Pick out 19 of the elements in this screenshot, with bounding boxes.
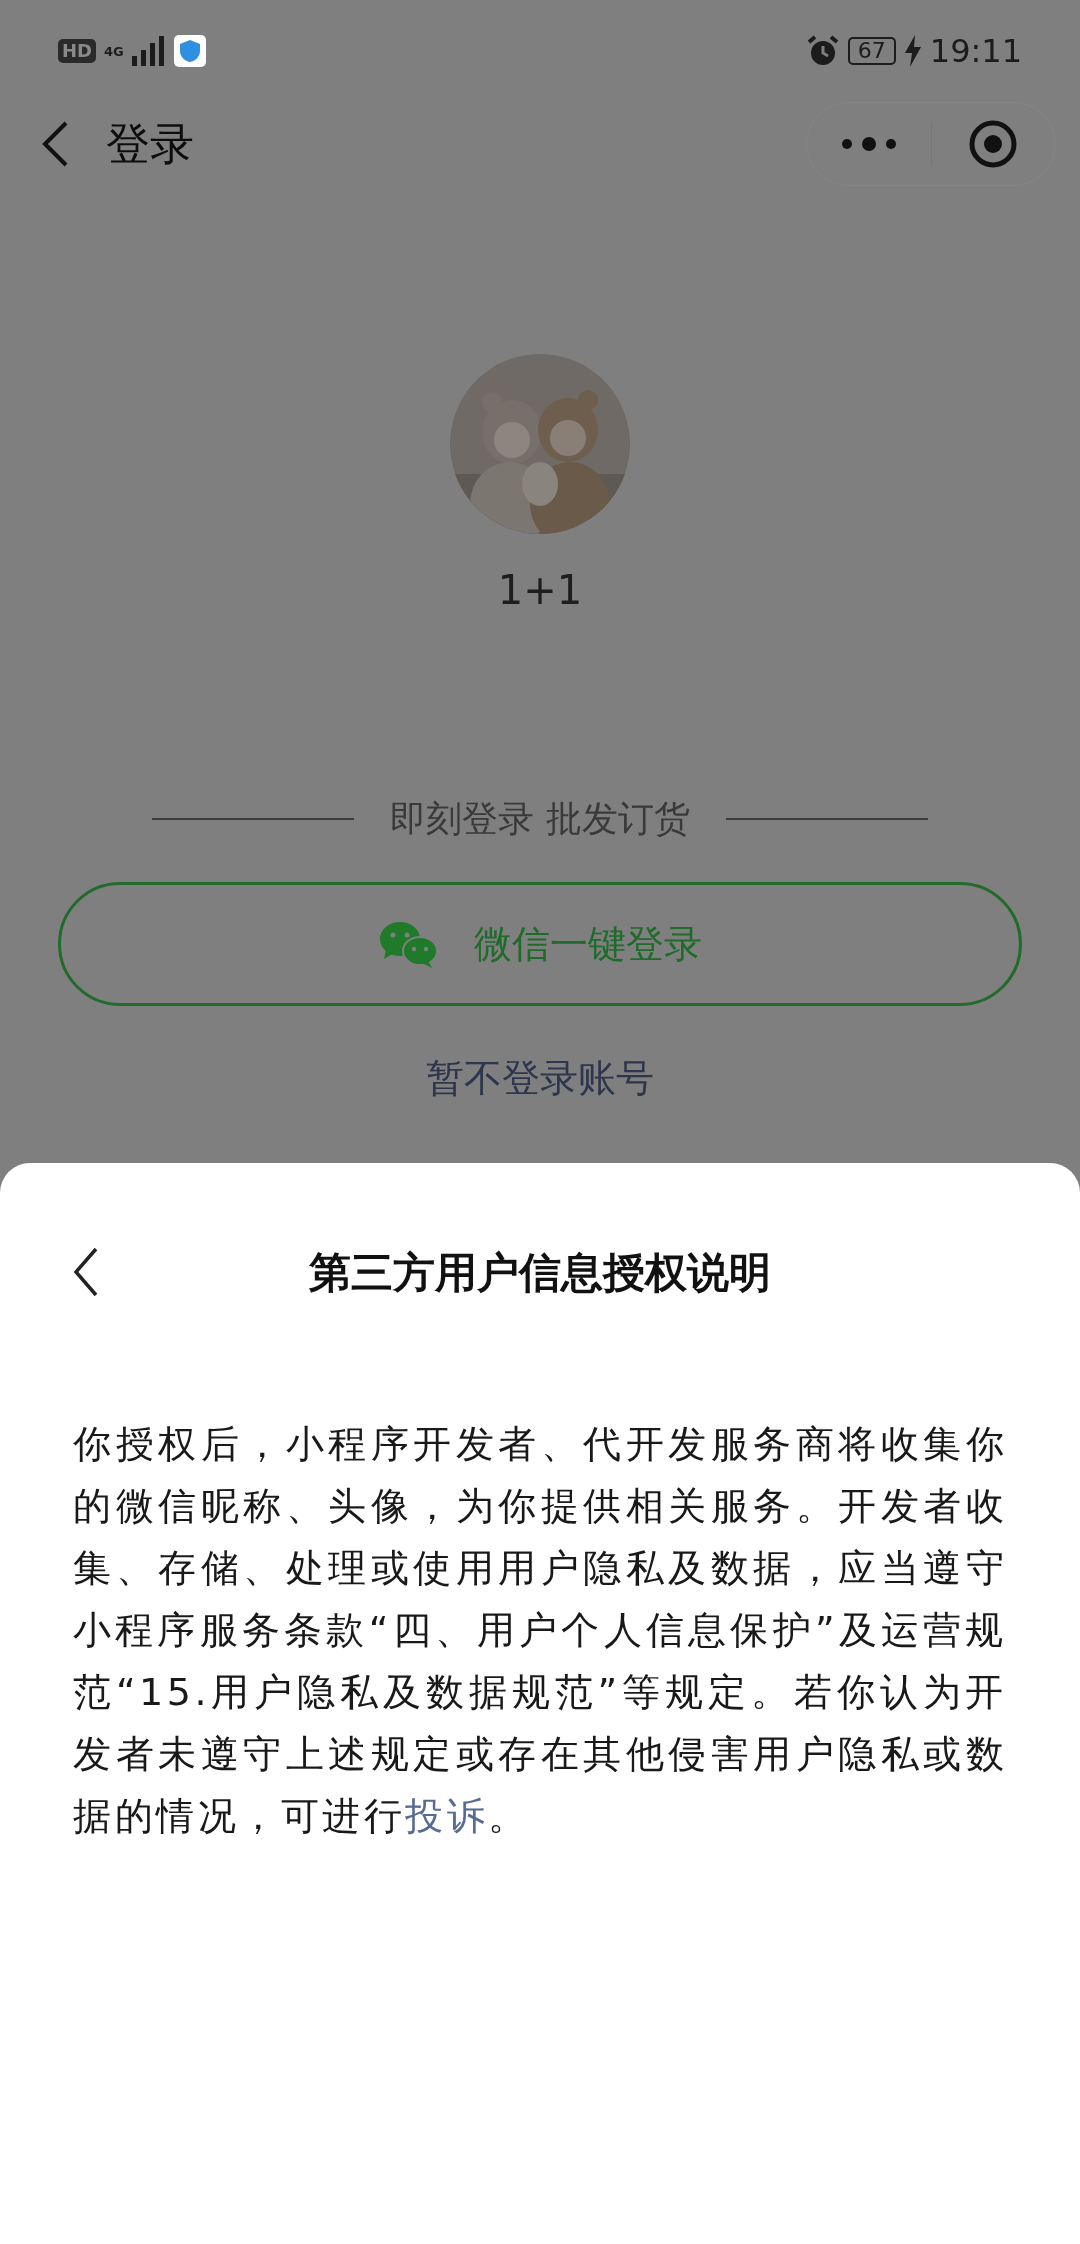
hd-indicator: HD [58, 39, 96, 63]
close-icon[interactable] [968, 119, 1019, 169]
signal-icon [131, 36, 166, 66]
description-paragraph: 你授权后，小程序开发者、代开发服务商将收集你的微信昵称、头像，为你提供相关服务。开发者收集、存储、处理或使用用户隐私及数据，应当遵守小程序服务条款“四、用户个人信息保护”及运营规范“15.用户隐私及数据规范”等规定。若你认为开发者未遵守上述规定或存在其他侵害用户隐私或数据的情况，可进行投诉。 [73, 1421, 1007, 1840]
more-icon[interactable] [840, 136, 897, 152]
skip-login-link[interactable]: 暂不登录账号 [426, 1050, 654, 1107]
chat-bubbles-icon [378, 919, 438, 969]
battery-level: 67 [847, 37, 896, 65]
sheet-title: 第三方用户信息授权说明 [309, 1247, 771, 1299]
user-name: 1+1 [496, 566, 584, 615]
page-title: 登录 [106, 117, 194, 171]
back-button[interactable] [73, 1247, 99, 1297]
clock-time: 19:11 [929, 31, 1022, 72]
wechat-login-button[interactable]: 微信一键登录 [58, 882, 1022, 1006]
alarm-icon [805, 34, 840, 68]
network-type: 4G [104, 44, 124, 58]
shield-icon [173, 35, 206, 67]
section-heading: 即刻登录 批发订货 [390, 797, 690, 841]
complaint-link[interactable]: 投诉 [405, 1794, 488, 1838]
